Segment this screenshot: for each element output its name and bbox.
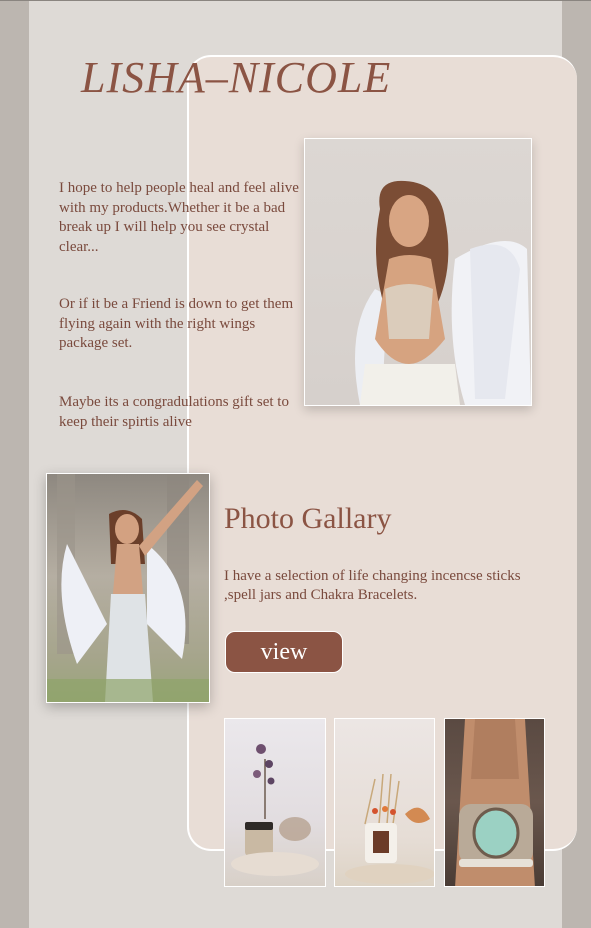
gallery-thumbnail-bracelet[interactable] bbox=[444, 718, 545, 887]
gallery-description: I have a selection of life changing ince… bbox=[224, 568, 521, 603]
view-button[interactable]: view bbox=[225, 631, 343, 673]
gallery-thumbnail-flowers[interactable] bbox=[224, 718, 326, 887]
brand-title: LISHA–NICOLE bbox=[81, 53, 392, 102]
intro-paragraph-2: Or if it be a Friend is down to get them… bbox=[59, 296, 294, 351]
gallery-feature-photo bbox=[46, 473, 210, 703]
gallery-thumbnail-incense[interactable] bbox=[334, 718, 435, 887]
intro-paragraph-1: I hope to help people heal and feel aliv… bbox=[59, 180, 299, 255]
hero-photo bbox=[304, 138, 532, 406]
gallery-title: Photo Gallary bbox=[224, 502, 392, 535]
intro-paragraph-3: Maybe its a congradulations gift set to … bbox=[59, 394, 289, 430]
